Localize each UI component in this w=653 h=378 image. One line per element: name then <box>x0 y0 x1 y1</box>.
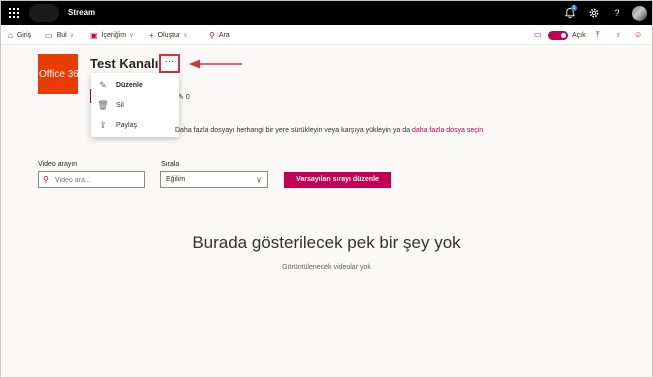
help-icon[interactable]: ? <box>611 7 623 19</box>
chevron-down-icon: ∨ <box>129 32 134 39</box>
notification-badge: 1 <box>571 5 577 11</box>
logo-text: Office 365 <box>39 69 78 80</box>
chevron-down-icon: ∨ <box>183 32 188 39</box>
search-box[interactable]: ⚲ <box>38 171 145 188</box>
empty-state-subtitle: Görüntülenecek videolar yok <box>282 264 371 271</box>
menu-item-share[interactable]: ⇪ Paylaş <box>91 115 179 135</box>
menu-item-label: Paylaş <box>116 121 138 129</box>
discover-icon: ▭ <box>45 30 53 40</box>
nav-create-label: Oluştur <box>157 31 181 39</box>
sort-dropdown[interactable]: Eğilim ∨ <box>160 171 268 188</box>
plus-icon: + <box>149 30 154 40</box>
nav-home-label: Giriş <box>16 31 32 39</box>
search-icon: ⚲ <box>209 30 215 40</box>
upload-dropzone[interactable]: Daha fazla dosyayı herhangi bir yere sür… <box>175 127 483 134</box>
gear-icon[interactable] <box>588 7 600 19</box>
followers-count: ✎ 0 <box>178 93 190 101</box>
toggle-switch[interactable] <box>548 31 568 40</box>
upload-icon[interactable]: ⤒ <box>596 30 600 40</box>
smiley-icon[interactable]: ☺ <box>634 30 642 39</box>
app-launcher-icon[interactable] <box>9 8 19 18</box>
menu-item-label: Düzenle <box>116 81 143 89</box>
redacted-logo <box>29 4 59 22</box>
nav-search-label: Ara <box>218 31 230 39</box>
channel-context-menu: ✎ Düzenle 🗑 Sil ⇪ Paylaş <box>91 73 179 137</box>
share-icon: ⇪ <box>99 119 107 130</box>
caption-icon[interactable]: ▭ <box>534 30 542 39</box>
toggle-label: Açık <box>572 31 586 39</box>
nav-my-content[interactable]: ▣ İçeriğim ∨ <box>90 30 133 40</box>
chevron-down-icon: ∨ <box>69 32 75 39</box>
chevron-down-icon: ∨ <box>256 175 262 184</box>
sort-selected: Eğilim <box>166 176 186 183</box>
menu-item-edit[interactable]: ✎ Düzenle <box>91 75 179 95</box>
menu-item-delete[interactable]: 🗑 Sil <box>91 95 179 115</box>
home-icon: ⌂ <box>8 30 13 40</box>
edit-default-order-button[interactable]: Varsayılan sırayı düzenle <box>284 172 391 188</box>
nav-discover-label: Bul <box>56 31 67 39</box>
channel-logo: Office 365 <box>38 54 78 94</box>
menu-item-label: Sil <box>116 101 124 109</box>
avatar[interactable] <box>632 6 647 21</box>
channel-title: Test Kanalı <box>90 56 159 71</box>
choose-files-link[interactable]: daha fazla dosya seçin <box>412 127 483 134</box>
nav-home[interactable]: ⌂ Giriş <box>8 30 31 40</box>
app-name[interactable]: Stream <box>68 8 95 17</box>
dropzone-text: Daha fazla dosyayı herhangi bir yere sür… <box>175 127 411 134</box>
person-icon[interactable]: ♁ <box>615 30 621 39</box>
sort-label: Sırala <box>161 161 180 168</box>
nav-create[interactable]: + Oluştur ∨ <box>149 30 188 40</box>
video-icon: ▣ <box>90 30 98 40</box>
stream-nav: ⌂ Giriş ▭ Bul ∨ ▣ İçeriğim ∨ + Oluştur ∨… <box>1 25 652 45</box>
suite-header: Stream 1 ? <box>1 1 652 25</box>
nav-search[interactable]: ⚲ Ara <box>209 30 230 40</box>
annotation-arrow <box>189 59 242 69</box>
more-options-button[interactable]: ··· <box>159 54 180 73</box>
nav-discover[interactable]: ▭ Bul ∨ <box>45 30 74 40</box>
pencil-icon: ✎ <box>99 79 107 90</box>
empty-state-title: Burada gösterilecek pek bir şey yok <box>192 233 461 252</box>
followers-value: 0 <box>185 94 190 101</box>
nav-my-content-label: İçeriğim <box>101 31 127 39</box>
trash-icon: 🗑 <box>97 99 109 110</box>
search-label: Video arayın <box>38 161 78 168</box>
search-input[interactable] <box>55 174 141 186</box>
search-icon: ⚲ <box>43 175 49 184</box>
